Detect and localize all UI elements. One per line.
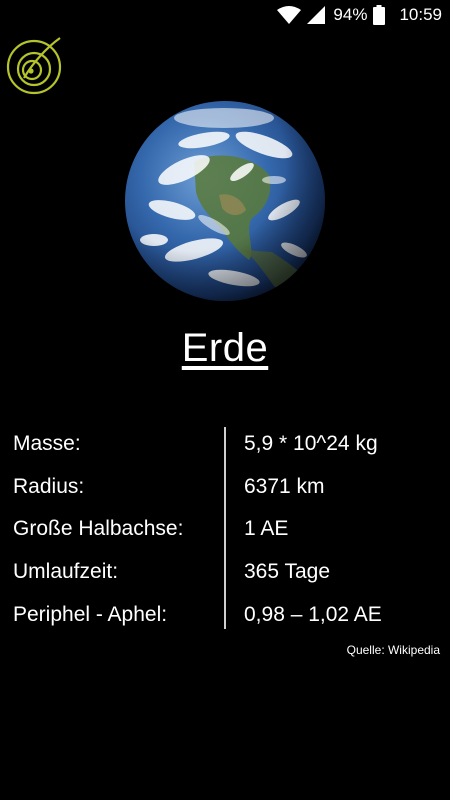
property-row-semi-major-axis: Große Halbachse: 1 AE (0, 508, 450, 550)
property-value: 6371 km (244, 475, 325, 498)
battery-percent: 94% (333, 5, 368, 24)
source-credit: Quelle: Wikipedia (346, 643, 440, 657)
property-value: 0,98 – 1,02 AE (244, 603, 382, 626)
signal-icon (307, 6, 326, 24)
property-label: Umlaufzeit: (13, 560, 119, 583)
properties-table: Masse: 5,9 * 10^24 kg Radius: 6371 km Gr… (0, 421, 450, 631)
status-bar: 94% 10:59 (0, 0, 450, 30)
property-row-radius: Radius: 6371 km (0, 466, 450, 508)
property-row-mass: Masse: 5,9 * 10^24 kg (0, 423, 450, 465)
property-label: Periphel - Aphel: (13, 603, 168, 626)
wifi-icon (277, 6, 302, 24)
property-label: Masse: (13, 432, 81, 455)
property-value: 5,9 * 10^24 kg (244, 432, 378, 455)
orbit-logo-icon[interactable] (6, 34, 64, 96)
status-icons: 94% 10:59 (277, 4, 442, 26)
planet-title: Erde (181, 326, 269, 370)
property-row-perihelion-aphelion: Periphel - Aphel: 0,98 – 1,02 AE (0, 594, 450, 636)
earth-globe-image (124, 100, 326, 302)
property-row-orbital-period: Umlaufzeit: 365 Tage (0, 551, 450, 593)
property-label: Radius: (13, 475, 85, 498)
status-time: 10:59 (399, 5, 442, 24)
property-value: 365 Tage (244, 560, 331, 583)
property-label: Große Halbachse: (13, 517, 184, 540)
battery-icon (373, 5, 386, 25)
property-value: 1 AE (244, 517, 289, 540)
